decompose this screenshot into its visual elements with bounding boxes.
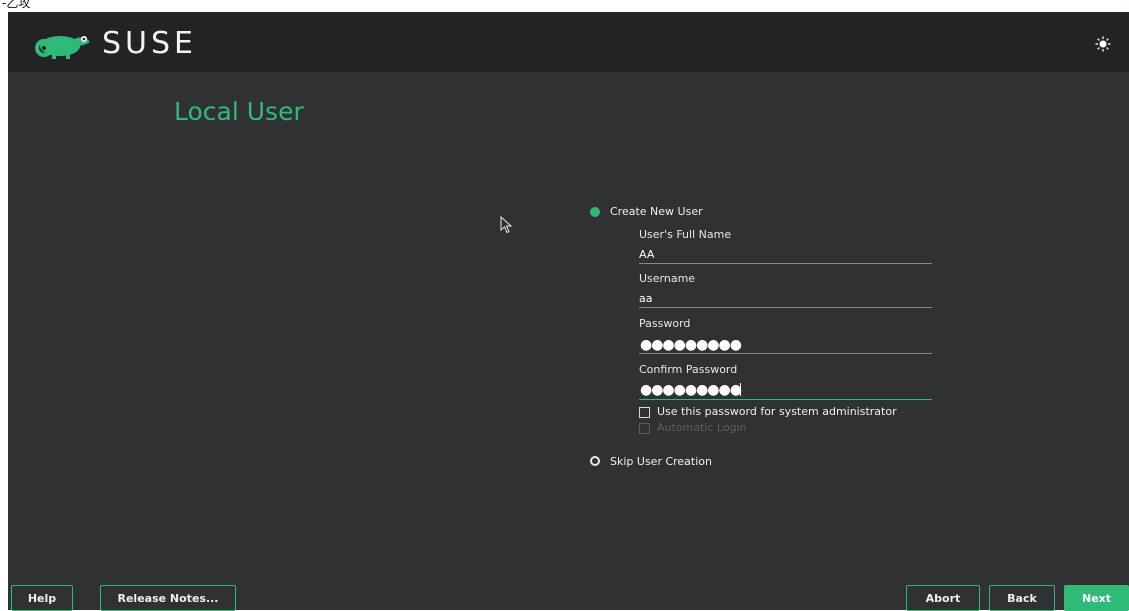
next-button[interactable]: Next <box>1064 585 1129 611</box>
header-bar: SUSE <box>8 12 1129 72</box>
password-input[interactable]: ●●●●●●●●● <box>640 338 742 352</box>
confirm-password-input[interactable]: ●●●●●●●●● <box>640 383 742 397</box>
full-name-input[interactable]: AA <box>639 248 654 261</box>
use-for-admin-label[interactable]: Use this password for system administrat… <box>657 405 897 418</box>
create-user-radio[interactable] <box>590 207 600 217</box>
brand-name: SUSE <box>102 26 197 61</box>
brightness-icon[interactable] <box>1095 36 1111 52</box>
password-underline <box>639 353 932 354</box>
page-title: Local User <box>174 97 304 126</box>
username-input[interactable]: aa <box>639 292 652 305</box>
abort-button[interactable]: Abort <box>906 585 980 611</box>
mouse-pointer-icon <box>500 216 513 234</box>
confirm-password-label: Confirm Password <box>639 363 738 376</box>
full-name-underline <box>639 263 932 264</box>
confirm-password-underline <box>639 399 932 400</box>
skip-user-radio[interactable] <box>590 456 600 466</box>
release-notes-button[interactable]: Release Notes... <box>100 585 236 611</box>
help-button[interactable]: Help <box>11 585 73 611</box>
top-strip-text: -乙攻 <box>2 0 31 10</box>
top-strip: -乙攻 <box>0 0 1129 12</box>
chameleon-logo-icon <box>35 36 90 59</box>
username-label: Username <box>639 272 696 285</box>
password-label: Password <box>639 317 691 330</box>
use-for-admin-checkbox[interactable] <box>639 407 650 418</box>
text-caret <box>740 383 741 396</box>
back-button[interactable]: Back <box>989 585 1055 611</box>
full-name-label: User's Full Name <box>639 228 732 241</box>
create-user-label: Create New User <box>610 205 703 218</box>
skip-user-label: Skip User Creation <box>610 455 712 468</box>
username-underline <box>639 307 932 308</box>
auto-login-label: Automatic Login <box>657 421 747 434</box>
auto-login-checkbox <box>639 423 650 434</box>
installer-window: SUSE Local User Create New User User's F… <box>8 12 1129 611</box>
